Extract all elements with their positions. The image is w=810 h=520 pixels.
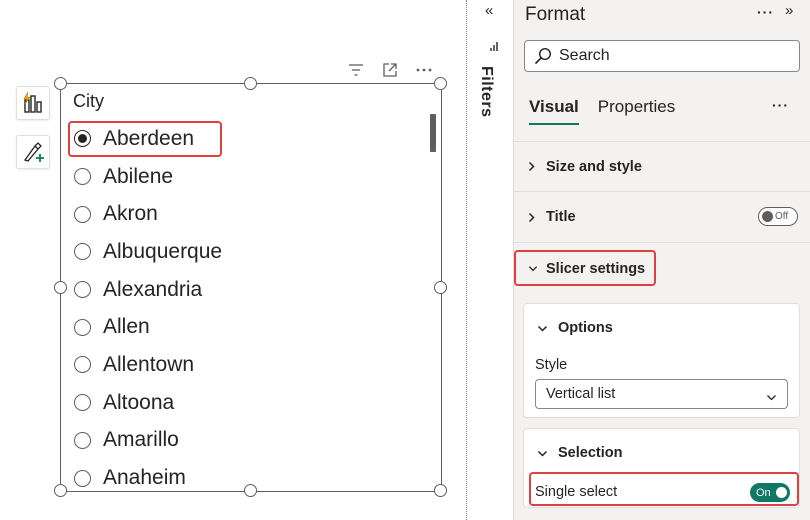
pane-title: Format <box>525 4 586 25</box>
options-card: Options Style Vertical list <box>523 303 800 418</box>
selection-label: Selection <box>558 445 623 461</box>
list-item[interactable]: Albuquerque <box>74 233 222 271</box>
canvas-boundary <box>466 0 467 520</box>
list-item[interactable]: Aberdeen <box>67 120 223 158</box>
search-box[interactable] <box>524 40 800 72</box>
resize-handle-top-right[interactable] <box>434 76 447 90</box>
resize-handle-middle-right[interactable] <box>434 281 447 294</box>
chevron-down-icon <box>537 450 549 457</box>
report-canvas[interactable]: City Aberdeen Abilene Akron Albuquerque Alex… <box>0 0 466 520</box>
chevron-right-icon <box>528 161 538 172</box>
expand-icon[interactable]: » <box>785 2 793 19</box>
format-visual-button[interactable] <box>16 135 50 169</box>
section-size-and-style[interactable]: Size and style <box>514 141 810 192</box>
style-label: Style <box>535 357 568 373</box>
radio-button[interactable] <box>74 168 91 186</box>
tab-visual[interactable]: Visual <box>529 97 579 125</box>
filters-pane-collapsed[interactable]: « Filters <box>473 0 513 520</box>
title-toggle-label: Off <box>775 211 789 222</box>
build-visual-button[interactable] <box>16 86 50 120</box>
slicer-title: City <box>73 91 104 111</box>
list-item[interactable]: Anaheim <box>74 459 222 497</box>
city-label: Albuquerque <box>103 239 223 263</box>
city-label: Aberdeen <box>103 126 195 150</box>
build-visual-icon <box>23 91 42 113</box>
style-dropdown-value: Vertical list <box>546 386 616 402</box>
city-label: Allen <box>103 315 150 339</box>
search-input[interactable] <box>559 47 779 65</box>
radio-button[interactable] <box>74 356 91 374</box>
chevron-down-icon <box>537 325 549 332</box>
list-item[interactable]: Alexandria <box>74 271 222 309</box>
list-item[interactable]: Abilene <box>74 158 222 196</box>
city-slicer[interactable]: City Aberdeen Abilene Akron Albuquerque Alex… <box>53 76 447 497</box>
search-icon <box>534 47 552 65</box>
focus-mode-icon[interactable] <box>380 60 400 80</box>
radio-button[interactable] <box>74 243 91 261</box>
resize-handle-bottom-left[interactable] <box>53 484 67 497</box>
single-select-highlight <box>529 472 799 506</box>
filter-icon[interactable] <box>346 60 366 80</box>
radio-button[interactable] <box>74 130 91 148</box>
city-label: Abilene <box>103 164 174 188</box>
style-dropdown[interactable]: Vertical list <box>535 379 788 409</box>
filters-label[interactable]: Filters <box>477 66 495 118</box>
radio-button[interactable] <box>74 318 91 336</box>
format-tabs: Visual Properties <box>529 97 675 125</box>
section-label: Size and style <box>546 158 642 175</box>
format-visual-icon <box>23 142 44 162</box>
options-label: Options <box>558 320 613 336</box>
slicer-scrollbar[interactable] <box>430 114 436 152</box>
city-label: Amarillo <box>103 428 179 452</box>
title-toggle[interactable]: Off <box>758 207 798 226</box>
collapse-icon[interactable]: « <box>485 2 493 19</box>
chevron-right-icon <box>528 212 538 223</box>
selection-header[interactable]: Selection <box>537 445 622 461</box>
city-label: Altoona <box>103 390 175 414</box>
radio-button[interactable] <box>74 394 91 412</box>
list-item[interactable]: Allen <box>74 308 222 346</box>
radio-button[interactable] <box>74 205 91 223</box>
tab-more-options-icon[interactable]: ··· <box>772 97 789 113</box>
slicer-settings-highlight <box>514 250 656 286</box>
city-label: Anaheim <box>103 466 186 490</box>
radio-button[interactable] <box>74 431 91 449</box>
toggle-knob <box>762 211 773 222</box>
more-options-icon[interactable] <box>414 60 434 80</box>
city-list: Aberdeen Abilene Akron Albuquerque Alexandri… <box>67 120 223 497</box>
chevron-down-icon <box>766 389 777 405</box>
radio-button[interactable] <box>74 469 91 487</box>
resize-handle-top-center[interactable] <box>244 76 257 90</box>
options-header[interactable]: Options <box>537 320 613 336</box>
radio-button[interactable] <box>74 281 91 299</box>
format-pane: Format ··· » Visual Properties ··· Size … <box>513 0 810 520</box>
tab-properties[interactable]: Properties <box>598 97 675 125</box>
list-item[interactable]: Altoona <box>74 384 222 422</box>
filter-pane-icon <box>490 42 498 51</box>
resize-handle-bottom-right[interactable] <box>434 484 447 497</box>
resize-handle-bottom-center[interactable] <box>244 484 257 497</box>
city-label: Allentown <box>103 352 195 376</box>
section-label: Title <box>546 209 576 225</box>
list-item[interactable]: Allentown <box>74 346 222 384</box>
visual-header <box>346 60 434 80</box>
pane-more-options-icon[interactable]: ··· <box>757 4 774 20</box>
list-item[interactable]: Akron <box>74 195 222 233</box>
city-label: Alexandria <box>103 277 203 301</box>
resize-handle-top-left[interactable] <box>53 76 67 90</box>
list-item[interactable]: Amarillo <box>74 422 222 460</box>
section-title[interactable]: Title Off <box>514 192 810 243</box>
city-label: Akron <box>103 202 158 226</box>
resize-handle-middle-left[interactable] <box>53 281 67 294</box>
